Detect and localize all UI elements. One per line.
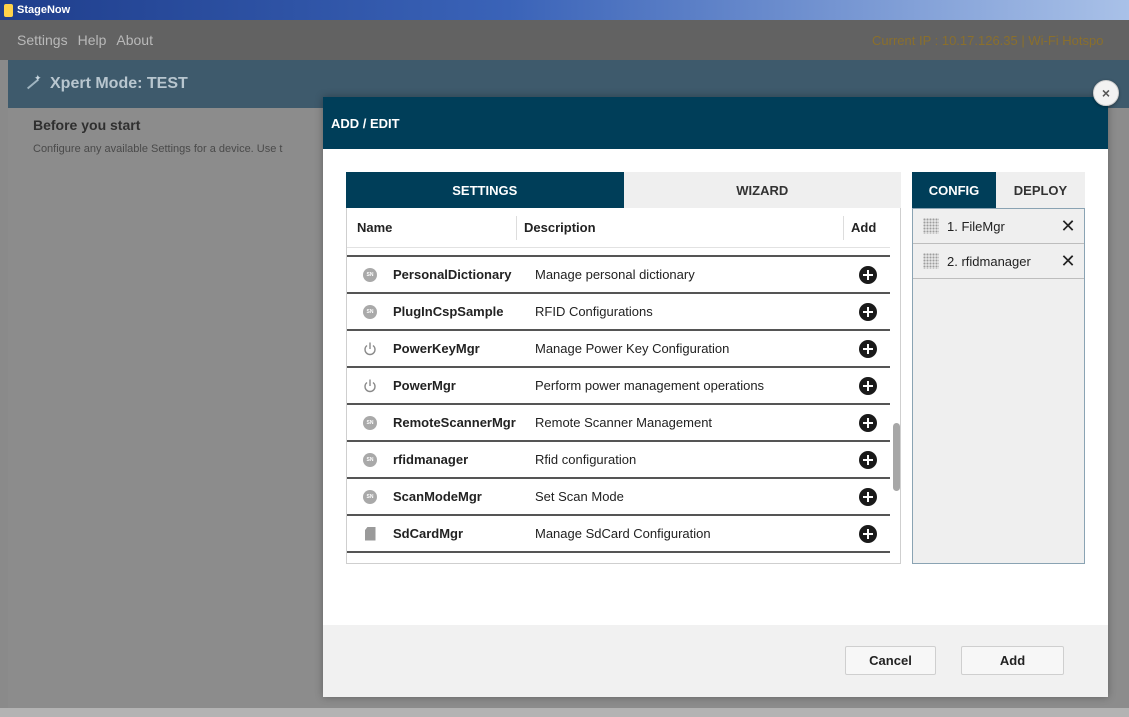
config-item-label: 2. rfidmanager (947, 253, 1031, 269)
row-name: rfidmanager (393, 452, 469, 467)
current-ip-status: Current IP : 10.17.126.35 | Wi-Fi Hotspo (872, 32, 1104, 48)
row-description: RFID Configurations (535, 304, 653, 319)
power-icon (359, 341, 381, 357)
row-name: RemoteScannerMgr (393, 415, 516, 430)
tab-config[interactable]: CONFIG (912, 172, 996, 208)
settings-table: Name Description Add SN PersonalDictionar… (346, 208, 901, 564)
cancel-button[interactable]: Cancel (845, 646, 936, 675)
table-row[interactable]: SN PlugInCspSample RFID Configurations (347, 292, 890, 329)
menu-help[interactable]: Help (78, 32, 107, 48)
sn-badge-icon: SN (359, 304, 381, 319)
add-plus-icon[interactable] (859, 339, 877, 358)
settings-wizard-tabs: SETTINGS WIZARD (346, 172, 901, 208)
sn-badge: SN (363, 415, 377, 430)
window-title-bar: StageNow (0, 0, 1129, 20)
sn-badge: SN (363, 489, 377, 504)
table-header: Name Description Add (347, 208, 890, 248)
table-row[interactable]: PowerKeyMgr Manage Power Key Configuratio… (347, 329, 890, 366)
table-rows: SN PersonalDictionary Manage personal dict… (347, 255, 890, 559)
config-list: 1. FileMgr ✕ 2. rfidmanager ✕ (912, 208, 1085, 564)
table-scrollbar[interactable] (891, 208, 900, 563)
add-plus-icon[interactable] (859, 524, 877, 543)
add-plus-icon[interactable] (859, 413, 877, 432)
add-plus-icon[interactable] (859, 302, 877, 321)
dialog-title: ADD / EDIT (331, 115, 400, 131)
row-name: ScanModeMgr (393, 489, 482, 504)
table-row[interactable]: PowerMgr Perform power management operati… (347, 366, 890, 403)
menu-bar: Settings Help About Current IP : 10.17.1… (0, 20, 1129, 60)
sn-badge-icon: SN (359, 415, 381, 430)
config-item[interactable]: 1. FileMgr ✕ (913, 209, 1084, 244)
power-icon (359, 378, 381, 394)
column-header-name[interactable]: Name (347, 215, 517, 240)
row-description: Manage personal dictionary (535, 267, 695, 282)
drag-handle-icon[interactable] (923, 253, 939, 269)
before-you-start-description: Configure any available Settings for a d… (33, 143, 283, 155)
add-plus-icon[interactable] (859, 376, 877, 395)
row-description: Remote Scanner Management (535, 415, 713, 430)
row-description: Set Scan Mode (535, 489, 624, 504)
row-name: PowerMgr (393, 378, 456, 393)
add-edit-dialog: ADD / EDIT SETTINGS WIZARD Name Descript… (323, 97, 1108, 697)
before-you-start-heading: Before you start (33, 117, 141, 133)
sn-badge-icon: SN (359, 267, 381, 282)
table-row[interactable]: SN ScanModeMgr Set Scan Mode (347, 477, 890, 514)
row-description: Manage Power Key Configuration (535, 341, 730, 356)
stagenow-app-icon (4, 3, 13, 17)
menu-about[interactable]: About (116, 32, 153, 48)
row-name: PersonalDictionary (393, 267, 512, 282)
magic-wand-icon (24, 73, 42, 93)
table-row[interactable]: SN RemoteScannerMgr Remote Scanner Managem… (347, 403, 890, 440)
sn-badge: SN (363, 304, 377, 319)
row-description: Manage SdCard Configuration (535, 526, 711, 541)
add-plus-icon[interactable] (859, 487, 877, 506)
window-title: StageNow (17, 4, 71, 16)
dialog-header: ADD / EDIT (323, 97, 1108, 149)
sn-badge-icon: SN (359, 489, 381, 504)
sdcard-icon (359, 526, 381, 541)
table-row[interactable]: SN PersonalDictionary Manage personal dict… (347, 255, 890, 292)
dialog-close-button[interactable]: × (1093, 80, 1119, 106)
add-button[interactable]: Add (961, 646, 1064, 675)
row-description: Rfid configuration (535, 452, 637, 467)
menu-settings[interactable]: Settings (17, 32, 68, 48)
config-item-label: 1. FileMgr (947, 218, 1005, 234)
row-name: PowerKeyMgr (393, 341, 480, 356)
tab-settings[interactable]: SETTINGS (346, 172, 624, 208)
column-header-description[interactable]: Description (517, 215, 844, 240)
config-deploy-tabs: CONFIG DEPLOY (912, 172, 1085, 208)
table-row[interactable]: SdCardMgr Manage SdCard Configuration (347, 514, 890, 551)
table-row[interactable]: SN rfidmanager Rfid configuration (347, 440, 890, 477)
add-plus-icon[interactable] (859, 450, 877, 469)
table-scrollbar-thumb[interactable] (893, 423, 900, 491)
tab-wizard[interactable]: WIZARD (623, 172, 901, 208)
sn-badge-icon: SN (359, 452, 381, 467)
column-header-add: Add (851, 220, 877, 235)
mode-title: Xpert Mode: TEST (50, 75, 188, 92)
add-plus-icon[interactable] (859, 265, 877, 284)
drag-handle-icon[interactable] (923, 218, 939, 234)
sn-badge: SN (363, 452, 377, 467)
row-name: SdCardMgr (393, 526, 464, 541)
sn-badge: SN (363, 267, 377, 282)
sdcard-shape (364, 526, 376, 541)
row-description: Perform power management operations (535, 378, 765, 393)
table-row-partial (347, 551, 890, 559)
row-name: PlugInCspSample (393, 304, 504, 319)
remove-icon[interactable]: ✕ (1058, 216, 1078, 237)
remove-icon[interactable]: ✕ (1058, 251, 1078, 272)
bottom-strip (0, 708, 1129, 717)
config-item[interactable]: 2. rfidmanager ✕ (913, 244, 1084, 279)
tab-deploy[interactable]: DEPLOY (996, 172, 1085, 208)
